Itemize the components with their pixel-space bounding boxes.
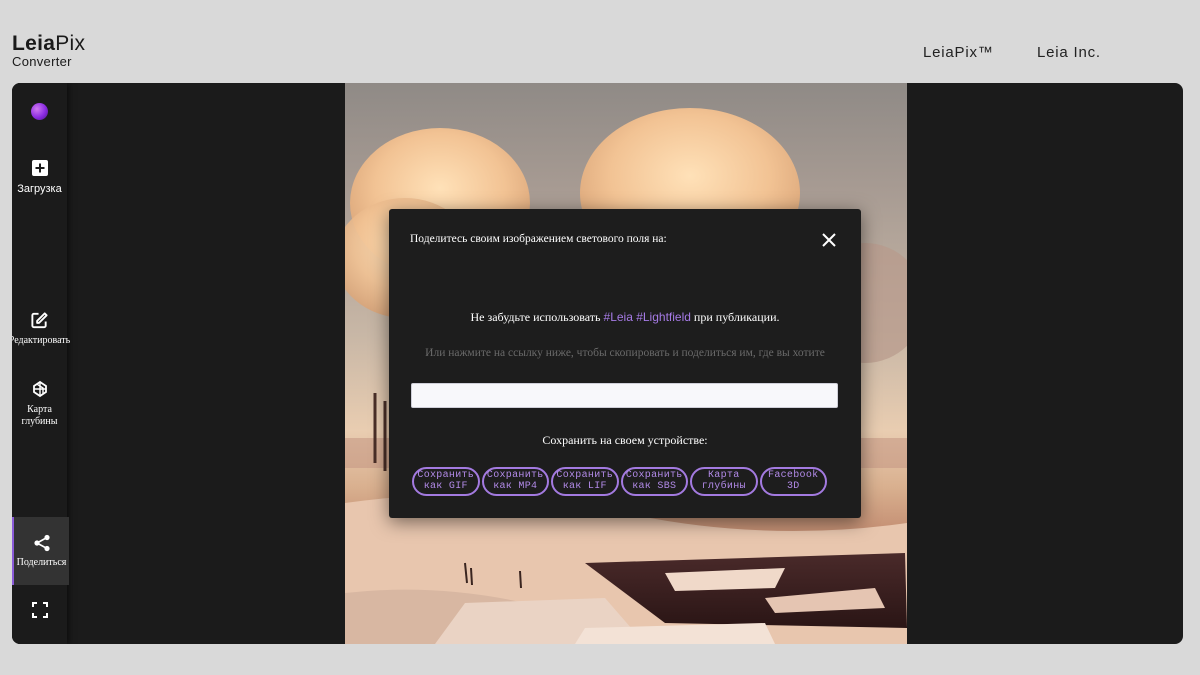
reminder-text-before: Не забудьте использовать xyxy=(470,310,604,324)
copy-link-hint: Или нажмите на ссылку ниже, чтобы скопир… xyxy=(425,347,825,359)
logo-pix: Pix xyxy=(55,32,86,55)
sidebar-item-home[interactable] xyxy=(12,103,67,120)
share-modal: Поделитесь своим изображением светового … xyxy=(389,209,861,518)
reminder-text-after: при публикации. xyxy=(690,310,780,324)
save-depth-map-button[interactable]: Карта глубины xyxy=(690,467,758,496)
sidebar-item-upload[interactable]: Загрузка xyxy=(12,159,67,195)
close-icon[interactable] xyxy=(821,232,837,248)
save-mp4-button[interactable]: Сохранить как MP4 xyxy=(481,467,549,496)
sidebar: Загрузка Редактировать Карта глубины Под… xyxy=(12,83,71,644)
hashtag-reminder: Не забудьте использовать #Leia #Lightfie… xyxy=(389,310,861,325)
sidebar-item-depth-map[interactable]: Карта глубины xyxy=(12,380,67,428)
leiapix-logo[interactable]: LeiaPix Converter xyxy=(12,33,85,69)
sidebar-item-label: Поделиться xyxy=(16,556,67,568)
sidebar-item-fullscreen[interactable] xyxy=(12,601,67,619)
facebook-3d-button[interactable]: Facebook 3D xyxy=(759,467,827,496)
logo-leia: Leia xyxy=(12,32,56,55)
nav-link-leiapix[interactable]: LeiaPix™ xyxy=(923,44,994,61)
share-link-field[interactable] xyxy=(411,383,838,408)
sidebar-item-label: Загрузка xyxy=(17,183,62,195)
save-sbs-button[interactable]: Сохранить как SBS xyxy=(620,467,688,496)
save-gif-button[interactable]: Сохранить как GIF xyxy=(412,467,480,496)
logo-subtitle: Converter xyxy=(12,54,72,69)
leia-orb-icon xyxy=(31,103,48,120)
hashtags: #Leia #Lightfield xyxy=(603,310,691,324)
sidebar-item-share[interactable]: Поделиться xyxy=(12,517,69,585)
sidebar-item-label: Редактировать xyxy=(12,335,71,346)
modal-title: Поделитесь своим изображением светового … xyxy=(410,233,667,245)
share-icon xyxy=(33,534,50,551)
save-heading: Сохранить на своем устройстве: xyxy=(542,433,708,447)
fullscreen-icon xyxy=(31,602,48,618)
depth-map-icon xyxy=(32,380,47,398)
nav-link-leia-inc[interactable]: Leia Inc. xyxy=(1037,44,1101,61)
sidebar-item-label: Карта глубины xyxy=(21,404,58,427)
plus-box-icon xyxy=(31,160,48,176)
save-buttons-row: Сохранить как GIF Сохранить как MP4 Сохр… xyxy=(412,467,827,496)
edit-icon xyxy=(31,312,48,329)
save-lif-button[interactable]: Сохранить как LIF xyxy=(551,467,619,496)
sidebar-item-edit[interactable]: Редактировать xyxy=(12,311,71,347)
